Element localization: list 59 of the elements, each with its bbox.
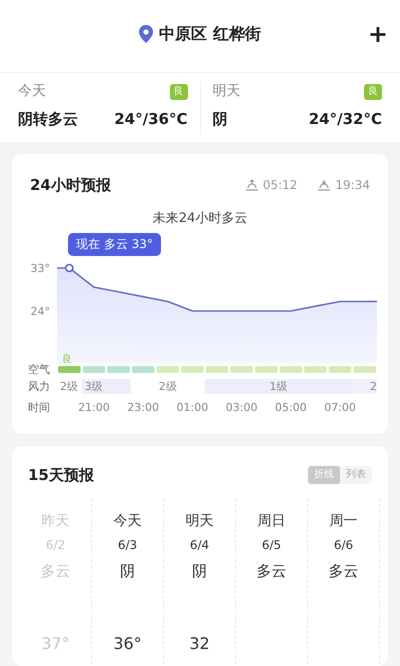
weather-condition: 阴 — [212, 109, 228, 130]
weather-condition: 多云 — [328, 560, 358, 582]
weather-condition: 阴 — [192, 560, 207, 582]
day-column[interactable]: 周一 6/6 多云 — [308, 498, 380, 664]
day-name: 昨天 — [42, 512, 70, 530]
date: 6/4 — [190, 536, 210, 554]
date: 6/5 — [262, 536, 282, 554]
air-quality-badge: 良 — [170, 84, 188, 100]
tooltip: 现在 多云 33° — [68, 233, 161, 256]
row-label: 空气 — [28, 363, 50, 376]
time-label: 01:00 — [176, 401, 208, 414]
high-temperature: 32 — [189, 633, 210, 655]
current-point — [65, 264, 74, 272]
day-name: 周一 — [330, 512, 358, 530]
wind-level: 3级 — [84, 380, 103, 393]
section-title: 24小时预报 — [30, 175, 111, 196]
add-button[interactable]: + — [368, 22, 388, 46]
row-label: 时间 — [28, 401, 50, 414]
sunset-time: 19:34 — [335, 177, 370, 194]
day-name: 今天 — [114, 512, 142, 530]
weather-condition: 多云 — [256, 560, 286, 582]
wind-level: 2级 — [60, 380, 78, 393]
date: 6/3 — [118, 536, 138, 554]
section-title: 15天预报 — [28, 465, 94, 486]
temperature-range: 24°/32°C — [308, 109, 382, 130]
wind-level: 2 — [370, 380, 377, 393]
weather-condition: 阴 — [120, 560, 135, 582]
date: 6/6 — [334, 536, 354, 554]
sunrise-time: 05:12 — [262, 177, 298, 194]
temperature-range: 24°/36°C — [114, 109, 188, 130]
high-temperature: 37° — [41, 633, 70, 655]
air-quality-badge: 良 — [364, 84, 382, 100]
day-name: 明天 — [186, 512, 214, 530]
temperature-label: 33° — [30, 262, 50, 275]
sunset-icon — [317, 179, 332, 192]
forecast-summary: 未来24小时多云 — [152, 210, 248, 226]
temperature-label: 24° — [30, 305, 50, 318]
day-column[interactable]: 周日 6/5 多云 — [236, 498, 308, 664]
location-pin-icon — [139, 25, 154, 43]
day-column[interactable]: 今天 6/3 阴 36° — [92, 498, 164, 664]
high-temperature: 36° — [113, 633, 142, 655]
wind-level: 1级 — [270, 380, 288, 393]
day-name: 周日 — [258, 512, 286, 530]
day-column[interactable]: 明天 6/4 阴 32 — [164, 498, 236, 664]
location-title[interactable]: 中原区 红桦街 — [159, 22, 261, 46]
weather-condition: 多云 — [40, 560, 70, 582]
wind-level: 2级 — [158, 380, 177, 393]
sunrise-icon — [244, 179, 259, 192]
day-label: 今天 — [18, 82, 46, 101]
time-label: 05:00 — [275, 401, 307, 414]
date: 6/2 — [46, 536, 66, 554]
time-label: 21:00 — [78, 401, 110, 414]
day-label: 明天 — [212, 82, 240, 101]
time-label: 03:00 — [226, 401, 258, 414]
air-quality-label: 良 — [62, 354, 72, 365]
weather-condition: 阴转多云 — [18, 109, 78, 130]
time-label: 23:00 — [127, 401, 159, 414]
row-label: 风力 — [28, 380, 50, 393]
time-label: 07:00 — [324, 401, 356, 414]
